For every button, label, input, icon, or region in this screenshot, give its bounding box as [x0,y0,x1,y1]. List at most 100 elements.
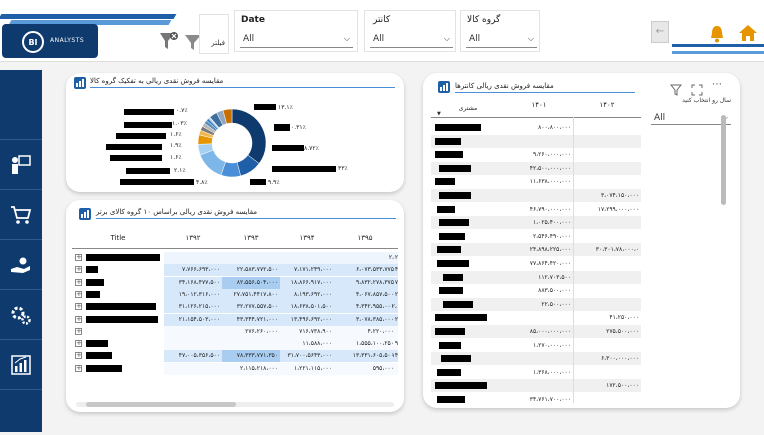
expand-row-icon[interactable]: + [75,327,82,335]
redacted-customer [437,396,465,403]
table-cell: ۲۷،۷۵۱،۴۴۱۷،۸۰۰ [233,290,278,298]
redacted-title [86,352,112,360]
top-table-header-1[interactable]: ۱۳۹۲ [164,234,222,242]
chart-icon [73,75,87,94]
clear-filter-icon[interactable] [158,30,180,56]
back-button[interactable]: ← [651,21,669,43]
table-row [431,134,641,148]
chevron-down-icon: ⌵ [343,34,350,43]
sidebar-item-customer[interactable] [0,140,42,190]
table-cell: ۸۰۰،۸۰۰،۰۰۰ [538,124,571,131]
table-cell: ۴،۰۶۷،۸۵۷،۵۰۰ [355,290,394,298]
redacted-customer [435,151,463,159]
redacted-customer [437,246,461,254]
table-cell: ۲، [388,254,394,261]
expand-row-icon[interactable]: + [75,315,82,323]
table-cell: ۴۶،۷۹۰،۰۰۰،۰۰۰ [529,205,571,213]
table-cell: ۴۲،۵۰۰،۰۰۰،۰۰۰ [529,164,571,172]
table-cell: ۲۷۵،۵۰۰،۰۰۰ [606,328,639,335]
table-cell: ۲۷۶،۲۶۰،۰۰۰ [245,327,278,335]
top-table-header-0[interactable]: Title [72,234,164,242]
donut-label-left-3: ۱.۹٪ [170,142,182,149]
donut-label-right-2: ۸.۷۲٪ [304,145,319,152]
table-cell-partial: ۲، [394,290,398,298]
table-cell: ۸۸۳،۵۰۰،۰۰۰ [538,287,571,295]
year-dropdown-value: All [654,112,666,123]
donut-slice-0[interactable] [231,108,267,164]
expand-row-icon[interactable]: + [75,364,82,372]
sidebar-item-payment[interactable] [0,240,42,290]
table-cell: ۲۲،۵۰۰،۰۰۰ [541,300,571,308]
donut-chart [197,108,267,178]
scrollbar-thumb[interactable] [86,402,236,407]
donut-label-left-6: ۴.۸٪ [196,179,208,186]
container-dropdown[interactable]: All ⌵ [370,31,453,48]
horizontal-scrollbar[interactable] [76,402,394,407]
right-table-header-1[interactable]: ۱۴۰۱ [505,101,573,109]
table-cell: ۶،۳۰۰،۰۰۰،۰۰۰ [600,355,639,363]
expand-row-icon[interactable]: + [75,278,82,286]
containers-table: مشتری ۱۴۰۱ ۱۴۰۲ ▼ ۸۰۰،۸۰۰،۰۰۰ ۹،۲۶۰،۰۰۰،۰۰۰ ۴۲… [431,95,641,403]
expand-row-icon[interactable]: + [75,290,82,298]
more-options-icon[interactable]: ⋯ [712,79,722,90]
redacted-label [272,166,336,172]
sidebar-item-cart[interactable] [0,190,42,240]
redacted-title [86,254,160,261]
chart-report-icon [11,354,31,375]
sidebar-item-reports[interactable] [0,340,42,390]
expand-row-icon[interactable]: + [75,303,82,311]
redacted-customer [437,368,461,376]
home-icon[interactable] [737,23,759,47]
table-cell: ۳۲،۲۷۷،۵۵۷،۵۰۰ [236,303,278,311]
redacted-customer [437,260,469,267]
bell-icon[interactable] [708,24,726,48]
top-groups-panel: مقایسه فروش نقدی ریالی براساس ۱۰ گروه کا… [66,200,404,412]
redacted-title [86,266,98,274]
redacted-customer [439,219,469,227]
date-dropdown-value: All [243,34,255,44]
table-cell-partial: ۱۴، [391,352,398,360]
top-table-header-3[interactable]: ۱۳۹۴ [280,234,334,242]
expand-row-icon[interactable]: + [75,352,82,360]
person-board-icon [12,154,31,174]
chevron-down-icon: ⌵ [527,34,534,43]
table-cell: ۱۱،۶۳۸،۰۰۰،۰۰۰ [529,178,571,186]
sidebar-item-settings[interactable] [0,290,42,340]
table-cell: ۷،۷۶۶،۶۹۳،۰۰۰ [181,266,220,274]
group-dropdown[interactable]: All ⌵ [466,31,537,48]
redacted-label [116,133,166,139]
top-table-header-4[interactable]: ۱۳۹۵ [334,234,396,242]
donut-label-left-5: ۲.۱٪ [174,167,186,174]
table-cell: ۲۲،۵۸۳،۷۷۲،۵۰۰ [236,266,278,274]
table-cell: ۴۱،۲۵۰،۰۰۰ [609,314,639,322]
container-slicer-label: کانتر [373,15,391,25]
table-cell: ۴۳،۳۴۴،۷۲۱،۰۰۰ [236,315,278,323]
hand-money-icon [11,257,30,273]
filter-pane-button[interactable]: فیلتر [199,14,229,54]
title-underline [96,218,396,219]
redacted-customer [435,178,455,186]
donut-label-right-4: ۹.۹٪ [268,179,280,186]
redacted-customer [443,273,463,281]
right-table-header-2[interactable]: ۱۴۰۲ [573,101,641,109]
expand-row-icon[interactable]: + [75,340,82,348]
top-table-header-2[interactable]: ۱۳۹۳ [222,234,280,242]
right-table-header-0[interactable]: مشتری [431,105,505,112]
year-slicer-label: سال رو انتخاب کنید [682,97,731,104]
year-dropdown[interactable]: All ⌵ [651,111,731,125]
redacted-label [274,124,290,131]
column-divider [573,117,574,403]
expand-row-icon[interactable]: + [75,254,82,261]
donut-panel: مقایسه فروش نقدی ریالی به تفکیک گروه کال… [66,73,404,192]
cart-icon [11,205,32,224]
vertical-scrollbar[interactable] [721,115,726,205]
date-dropdown[interactable]: All ⌵ [240,31,353,48]
expand-row-icon[interactable]: + [75,266,82,274]
donut-label-right-3: ۳۳٪ [338,165,348,172]
table-cell: ۴۷،۰۰۵،۳۵۶،۵۰۰ [178,352,220,360]
redacted-title [86,290,100,298]
table-cell: ۷۷،۸۶۴،۴۲۰،۰۰۰ [529,260,571,267]
logo-bi-mark: BI [22,31,44,53]
table-cell: ۴،۲۲۰،۰۰۰ [367,327,394,335]
redacted-title [86,364,122,372]
